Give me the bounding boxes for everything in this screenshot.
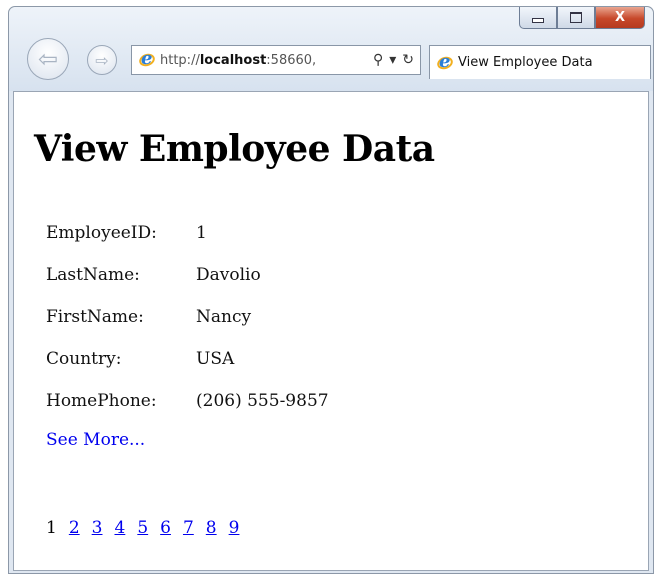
- forward-arrow-icon: ⇨: [95, 50, 109, 70]
- back-arrow-icon: ⇦: [37, 45, 59, 73]
- pager-link-9[interactable]: 9: [229, 518, 240, 538]
- field-value: USA: [196, 349, 235, 369]
- field-value: (206) 555-9857: [196, 391, 329, 411]
- see-more-link[interactable]: See More...: [46, 430, 145, 450]
- page-title: View Employee Data: [34, 128, 435, 170]
- pager-link-5[interactable]: 5: [137, 518, 148, 538]
- forward-button[interactable]: ⇨: [87, 45, 117, 75]
- address-bar[interactable]: e http://localhost:58660, ⚲ ▾ ↻: [131, 45, 421, 75]
- minimize-button[interactable]: [519, 7, 557, 29]
- field-label: Country:: [46, 349, 122, 369]
- ie-logo-icon: e: [137, 48, 157, 69]
- field-row-homephone: HomePhone: (206) 555-9857: [46, 380, 329, 422]
- close-icon: X: [614, 10, 626, 25]
- pager-current-page: 1: [46, 518, 57, 538]
- employee-details: EmployeeID: 1 LastName: Davolio FirstNam…: [46, 212, 329, 422]
- field-row-lastname: LastName: Davolio: [46, 254, 329, 296]
- field-row-employeeid: EmployeeID: 1: [46, 212, 329, 254]
- field-label: EmployeeID:: [46, 223, 157, 243]
- page-content: View Employee Data EmployeeID: 1 LastNam…: [13, 91, 649, 571]
- minimize-icon: [532, 18, 544, 23]
- pager-link-6[interactable]: 6: [160, 518, 171, 538]
- tab-favicon-icon: e: [435, 51, 455, 72]
- maximize-button[interactable]: [557, 7, 595, 29]
- dropdown-icon[interactable]: ▾: [389, 52, 396, 68]
- back-button[interactable]: ⇦: [27, 38, 69, 80]
- field-label: LastName:: [46, 265, 140, 285]
- pager-link-2[interactable]: 2: [69, 518, 80, 538]
- pager-link-4[interactable]: 4: [114, 518, 125, 538]
- field-value: Davolio: [196, 265, 261, 285]
- url-text[interactable]: http://localhost:58660,: [160, 53, 373, 68]
- close-button[interactable]: X: [595, 7, 645, 29]
- field-row-firstname: FirstName: Nancy: [46, 296, 329, 338]
- tab-title: View Employee Data: [458, 55, 593, 70]
- search-icon[interactable]: ⚲: [373, 52, 383, 68]
- field-label: FirstName:: [46, 307, 144, 327]
- pager-link-7[interactable]: 7: [183, 518, 194, 538]
- pager-link-3[interactable]: 3: [92, 518, 103, 538]
- browser-window: X ⇦ ⇨ e http://localhost:58660, ⚲ ▾ ↻ e …: [8, 6, 654, 574]
- title-bar: X ⇦ ⇨ e http://localhost:58660, ⚲ ▾ ↻ e …: [9, 7, 653, 91]
- field-value: Nancy: [196, 307, 252, 327]
- pager: 1 2 3 4 5 6 7 8 9: [46, 518, 239, 538]
- refresh-icon[interactable]: ↻: [402, 52, 414, 68]
- maximize-icon: [570, 12, 582, 23]
- field-label: HomePhone:: [46, 391, 157, 411]
- field-row-country: Country: USA: [46, 338, 329, 380]
- window-controls: X: [519, 7, 645, 31]
- field-value: 1: [196, 223, 207, 243]
- browser-tab[interactable]: e View Employee Data: [429, 45, 651, 79]
- pager-link-8[interactable]: 8: [206, 518, 217, 538]
